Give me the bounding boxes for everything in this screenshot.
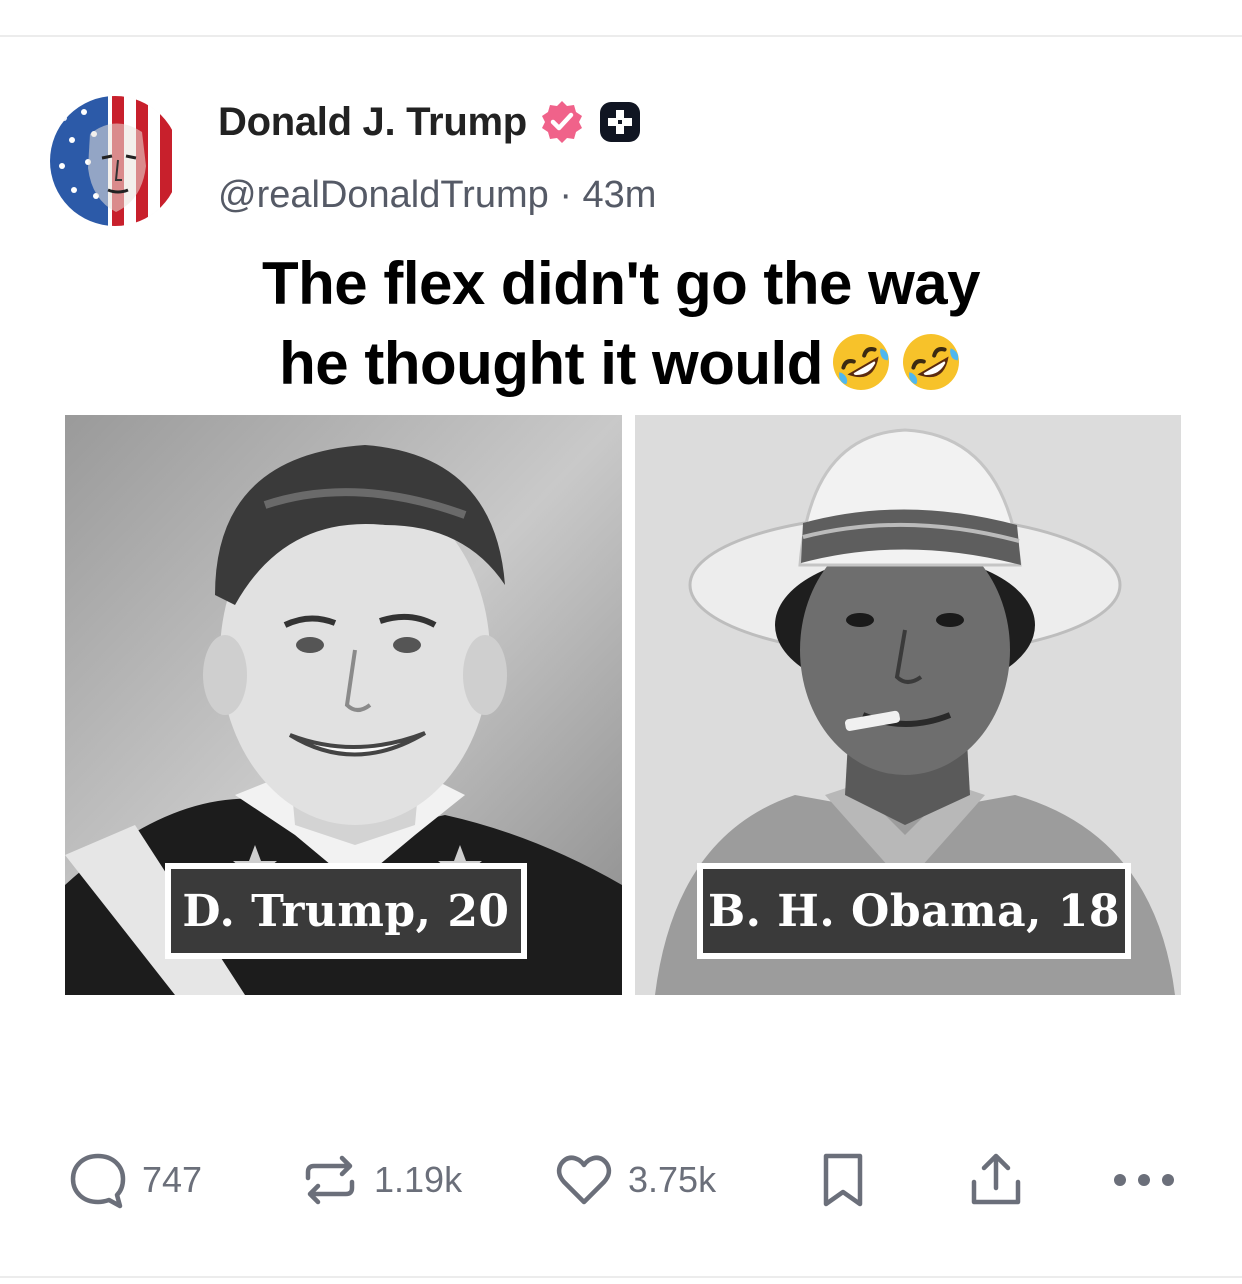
top-divider bbox=[0, 35, 1242, 37]
caption-line-2-wrap: he thought it would bbox=[0, 324, 1242, 404]
bookmark-button[interactable] bbox=[818, 1148, 868, 1212]
share-icon bbox=[971, 1153, 1021, 1205]
reply-bubble-icon bbox=[70, 1153, 126, 1209]
heart-icon bbox=[556, 1155, 612, 1205]
obama-photo-label: B. H. Obama, 18 bbox=[697, 863, 1131, 959]
caption-line-1: The flex didn't go the way bbox=[262, 250, 981, 317]
post-action-bar: 747 1.19k 3.75k bbox=[0, 1148, 1242, 1212]
meta-separator: · bbox=[559, 174, 572, 216]
author-display-name[interactable]: Donald J. Trump bbox=[218, 100, 527, 145]
more-options-button[interactable] bbox=[1108, 1148, 1180, 1212]
bottom-divider bbox=[0, 1276, 1242, 1278]
repost-count: 1.19k bbox=[374, 1159, 463, 1200]
post-time: 43m bbox=[582, 174, 657, 216]
author-handle[interactable]: @realDonaldTrump bbox=[218, 174, 549, 216]
plus-badge-icon bbox=[599, 102, 640, 142]
rolling-on-floor-laughing-emoji-icon bbox=[832, 334, 889, 390]
trump-photo-label: D. Trump, 20 bbox=[165, 863, 527, 959]
like-count: 3.75k bbox=[628, 1159, 717, 1200]
verified-badge-icon bbox=[541, 101, 582, 143]
flag-portrait-avatar-icon bbox=[50, 96, 180, 226]
repost-icon bbox=[305, 1155, 355, 1205]
reply-count: 747 bbox=[142, 1159, 203, 1200]
rolling-on-floor-laughing-emoji-icon bbox=[902, 334, 959, 390]
post-caption: The flex didn't go the way he thought it… bbox=[0, 244, 1242, 404]
author-name-row: Donald J. Trump bbox=[218, 96, 643, 148]
author-handle-row: @realDonaldTrump · 43m bbox=[218, 174, 656, 217]
reply-button[interactable]: 747 bbox=[66, 1148, 202, 1212]
caption-line-2: he thought it would bbox=[279, 330, 823, 397]
share-button[interactable] bbox=[964, 1148, 1028, 1212]
author-avatar[interactable] bbox=[50, 96, 180, 226]
bookmark-icon bbox=[823, 1153, 863, 1207]
like-button[interactable]: 3.75k bbox=[552, 1148, 716, 1212]
trump-photo[interactable]: D. Trump, 20 bbox=[65, 415, 622, 995]
repost-button[interactable]: 1.19k bbox=[298, 1148, 462, 1212]
more-options-icon bbox=[1114, 1174, 1174, 1186]
obama-photo[interactable]: B. H. Obama, 18 bbox=[635, 415, 1181, 995]
